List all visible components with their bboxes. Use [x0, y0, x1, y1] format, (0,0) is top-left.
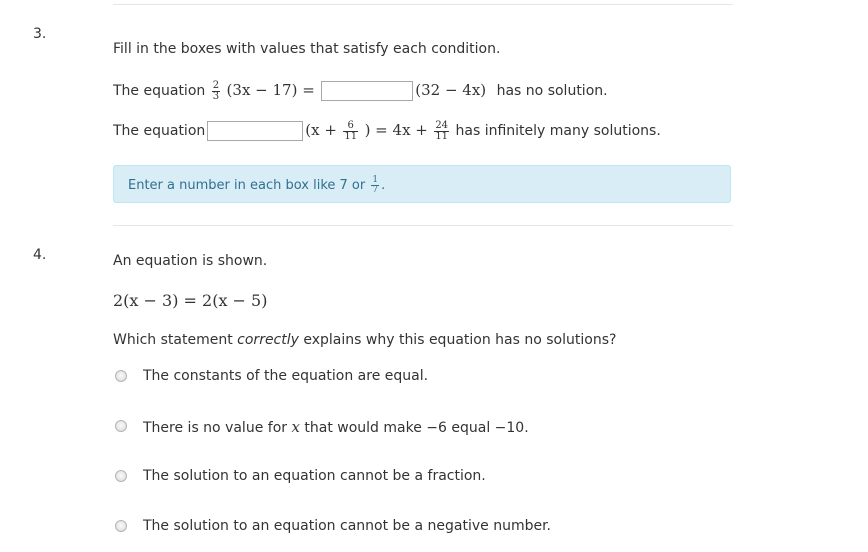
- question-number: 4.: [33, 247, 47, 263]
- option-label-a[interactable]: The constants of the equation are equal.: [143, 368, 428, 384]
- option-label-c[interactable]: The solution to an equation cannot be a …: [143, 468, 486, 484]
- equation-expression-open: (x +: [305, 121, 337, 139]
- fraction-one-seventh: 17: [371, 175, 380, 195]
- fraction-two-thirds: 23: [211, 79, 221, 102]
- top-divider: [113, 4, 733, 5]
- hint-text: Enter a number in each box like 7 or 17.: [128, 175, 386, 195]
- question-intro: An equation is shown.: [113, 253, 268, 269]
- option-radio-d[interactable]: [115, 520, 127, 532]
- equation-expression-right: (32 − 4x): [415, 81, 487, 99]
- equation-tail: has infinitely many solutions.: [455, 123, 661, 139]
- equation-lead: The equation: [113, 83, 206, 99]
- question-divider: [113, 225, 733, 226]
- question-prompt: Fill in the boxes with values that satis…: [113, 41, 501, 57]
- hint-box: Enter a number in each box like 7 or 17.: [113, 165, 731, 203]
- equation-line-1: The equation 23 (3x − 17) = (32 − 4x) ha…: [113, 77, 608, 103]
- option-radio-c[interactable]: [115, 470, 127, 482]
- equation-lead: The equation: [113, 123, 206, 139]
- shown-equation: 2(x − 3) = 2(x − 5): [113, 291, 268, 310]
- fraction-24-elevenths: 24 11: [434, 119, 450, 142]
- option-radio-a[interactable]: [115, 370, 127, 382]
- fraction-six-elevenths: 6 11: [343, 119, 359, 142]
- question-text: Which statement correctly explains why t…: [113, 332, 617, 348]
- variable-x: x: [291, 418, 300, 436]
- equation-expression-left: (3x − 17) =: [226, 81, 315, 99]
- answer-input-box-2[interactable]: [207, 121, 304, 141]
- equation-tail: has no solution.: [496, 83, 608, 99]
- option-label-d[interactable]: The solution to an equation cannot be a …: [143, 518, 551, 534]
- emphasis-word: correctly: [237, 332, 299, 348]
- equation-expression-mid: ) = 4x +: [364, 121, 428, 139]
- equation-line-2: The equation (x + 6 11 ) = 4x + 24 11 has i…: [113, 117, 661, 143]
- question-number: 3.: [33, 26, 47, 42]
- answer-input-box-1[interactable]: [321, 81, 414, 101]
- option-radio-b[interactable]: [115, 420, 127, 432]
- option-label-b[interactable]: There is no value for x that would make …: [143, 418, 529, 436]
